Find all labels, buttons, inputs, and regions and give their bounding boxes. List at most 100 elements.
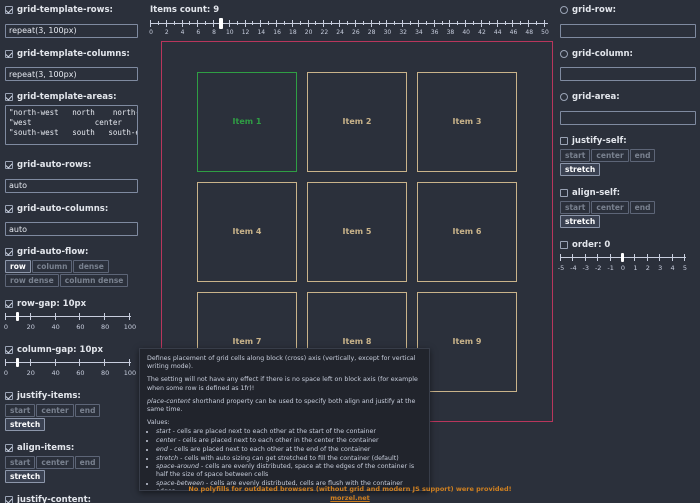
checkbox-align-self[interactable] xyxy=(560,188,568,197)
input-grid-column[interactable] xyxy=(560,67,696,81)
option-justify-items-stretch[interactable]: stretch xyxy=(5,418,46,431)
control-label-text: grid-auto-columns: xyxy=(17,203,109,214)
option-justify-items-start[interactable]: start xyxy=(5,404,36,417)
textarea-grid-template-areas[interactable] xyxy=(5,105,138,145)
items-slider-tick-label: 32 xyxy=(399,29,407,36)
option-align-items-end[interactable]: end xyxy=(74,456,101,469)
slider-tick xyxy=(671,253,673,261)
option-grid-auto-flow-row[interactable]: row xyxy=(5,260,31,273)
items-slider-tick xyxy=(417,20,419,27)
grid-item-3[interactable]: Item 3 xyxy=(417,71,517,172)
slider-tick-label: -1 xyxy=(607,263,614,272)
option-justify-self-start[interactable]: start xyxy=(560,148,591,162)
option-align-items-start[interactable]: start xyxy=(5,456,36,469)
slider-tick xyxy=(54,359,56,366)
label-group: grid-auto-flow: xyxy=(5,247,88,257)
option-align-self-end[interactable]: end xyxy=(629,200,656,214)
control-label-text: align-self: xyxy=(572,187,621,198)
input-grid-template-rows[interactable] xyxy=(5,23,138,38)
control-label-text: justify-self: xyxy=(572,135,627,146)
radio-grid-row[interactable] xyxy=(560,6,568,14)
option-align-self-start[interactable]: start xyxy=(560,200,591,214)
checkbox-grid-auto-columns[interactable] xyxy=(5,204,13,213)
checkbox-justify-self[interactable] xyxy=(560,136,568,145)
label-group: grid-template-columns: xyxy=(5,49,130,59)
option-align-items-stretch[interactable]: stretch xyxy=(5,470,46,483)
option-justify-self-stretch[interactable]: stretch xyxy=(560,162,601,176)
input-grid-area[interactable] xyxy=(560,110,696,125)
items-slider-tick-label: 28 xyxy=(367,29,376,36)
option-justify-self-center[interactable]: center xyxy=(591,148,629,162)
tooltip-value-desc: - cells with auto sizing can get stretch… xyxy=(178,454,399,462)
items-slider-thumb[interactable] xyxy=(218,18,223,29)
grid-playground-app: grid-template-rows: grid-template-columns… xyxy=(0,0,700,503)
tooltip-value-desc: - cells are placed next to each other at… xyxy=(167,445,371,453)
option-grid-auto-flow-dense[interactable]: dense xyxy=(73,260,109,273)
property-help-tooltip: Defines placement of grid cells along bl… xyxy=(139,348,430,491)
footer: No polyfills for outdated browsers (with… xyxy=(0,485,700,503)
slider-row-gap[interactable]: 0 20 40 60 80 100 xyxy=(4,312,136,334)
checkbox-grid-template-rows[interactable] xyxy=(5,6,13,14)
option-grid-auto-flow-row-dense[interactable]: row dense xyxy=(5,274,59,287)
control-order: order: 0 -5 -4 -3 -2 -1 0 1 2 3 4 5 xyxy=(558,240,696,275)
items-slider-tick xyxy=(544,20,545,27)
control-label-justify-self: justify-self: xyxy=(560,136,696,146)
slider-tick xyxy=(29,359,31,366)
control-grid-area: grid-area: xyxy=(560,92,696,125)
radio-grid-column[interactable] xyxy=(560,49,568,58)
checkbox-grid-auto-rows[interactable] xyxy=(5,161,13,169)
radio-grid-area[interactable] xyxy=(560,93,568,101)
input-grid-auto-rows[interactable] xyxy=(5,178,138,193)
input-grid-auto-columns[interactable] xyxy=(5,222,138,236)
slider-tick xyxy=(584,253,586,261)
option-justify-items-end[interactable]: end xyxy=(74,404,101,417)
grid-item-5[interactable]: Item 5 xyxy=(307,181,407,282)
slider-tick-label: -2 xyxy=(594,263,602,272)
items-slider-tick xyxy=(307,20,309,27)
tooltip-value-item: center - cells are placed next to each o… xyxy=(156,437,422,445)
checkbox-grid-template-areas[interactable] xyxy=(5,93,13,101)
control-label-text: grid-auto-flow: xyxy=(17,247,89,257)
checkbox-align-items[interactable] xyxy=(5,444,13,452)
items-slider-tick-label: 44 xyxy=(493,29,502,36)
slider-tick xyxy=(129,313,130,320)
checkbox-column-gap[interactable] xyxy=(5,346,13,354)
option-grid-auto-flow-column-dense[interactable]: column dense xyxy=(59,274,129,287)
slider-thumb-order[interactable] xyxy=(621,252,624,262)
control-label-grid-area: grid-area: xyxy=(560,92,696,102)
option-grid-auto-flow-column[interactable]: column xyxy=(31,260,73,273)
control-label-text: grid-row: xyxy=(572,5,617,15)
control-label-text: grid-template-columns: xyxy=(17,48,130,59)
checkbox-order[interactable] xyxy=(560,240,568,249)
option-justify-self-end[interactable]: end xyxy=(629,148,656,162)
items-slider-tick-label: 8 xyxy=(212,29,216,36)
option-justify-items-center[interactable]: center xyxy=(36,404,74,417)
control-grid-auto-flow: grid-auto-flow: row column dense row dense co… xyxy=(5,247,138,288)
items-slider-tick xyxy=(536,21,538,25)
footer-link[interactable]: morzel.net xyxy=(330,494,369,502)
label-group: grid-auto-columns: xyxy=(5,204,108,214)
slider-column-gap[interactable]: 0 20 40 60 80 100 xyxy=(4,358,136,380)
items-count-slider[interactable]: 0 2 4 6 8 10 12 14 16 18 20 22 24 26 28 30 32 34 36 38 40 42 4… xyxy=(149,18,549,39)
slider-tick-label: 0 xyxy=(620,263,626,272)
grid-item-6[interactable]: Item 6 xyxy=(417,181,517,282)
slider-thumb-row-gap[interactable] xyxy=(16,312,20,321)
option-align-self-center[interactable]: center xyxy=(591,200,629,214)
control-label-text: grid-column: xyxy=(572,48,633,59)
checkbox-grid-auto-flow[interactable] xyxy=(5,248,13,256)
input-grid-row[interactable] xyxy=(560,23,696,38)
input-grid-template-columns[interactable] xyxy=(5,67,138,81)
grid-item-4[interactable]: Item 4 xyxy=(197,181,297,282)
checkbox-grid-template-columns[interactable] xyxy=(5,49,13,58)
checkbox-justify-items[interactable] xyxy=(5,392,13,400)
grid-item-1[interactable]: Item 1 xyxy=(197,71,297,172)
option-align-self-stretch[interactable]: stretch xyxy=(560,214,601,228)
slider-thumb-column-gap[interactable] xyxy=(16,358,20,367)
slider-order[interactable]: -5 -4 -3 -2 -1 0 1 2 3 4 5 xyxy=(558,252,687,275)
checkbox-row-gap[interactable] xyxy=(5,300,13,308)
option-align-items-center[interactable]: center xyxy=(36,456,74,469)
grid-item-9[interactable]: Item 9 xyxy=(417,291,517,392)
label-group: grid-auto-rows: xyxy=(5,160,91,170)
grid-item-2[interactable]: Item 2 xyxy=(307,71,407,172)
items-slider-tick-label: 4 xyxy=(180,29,185,36)
